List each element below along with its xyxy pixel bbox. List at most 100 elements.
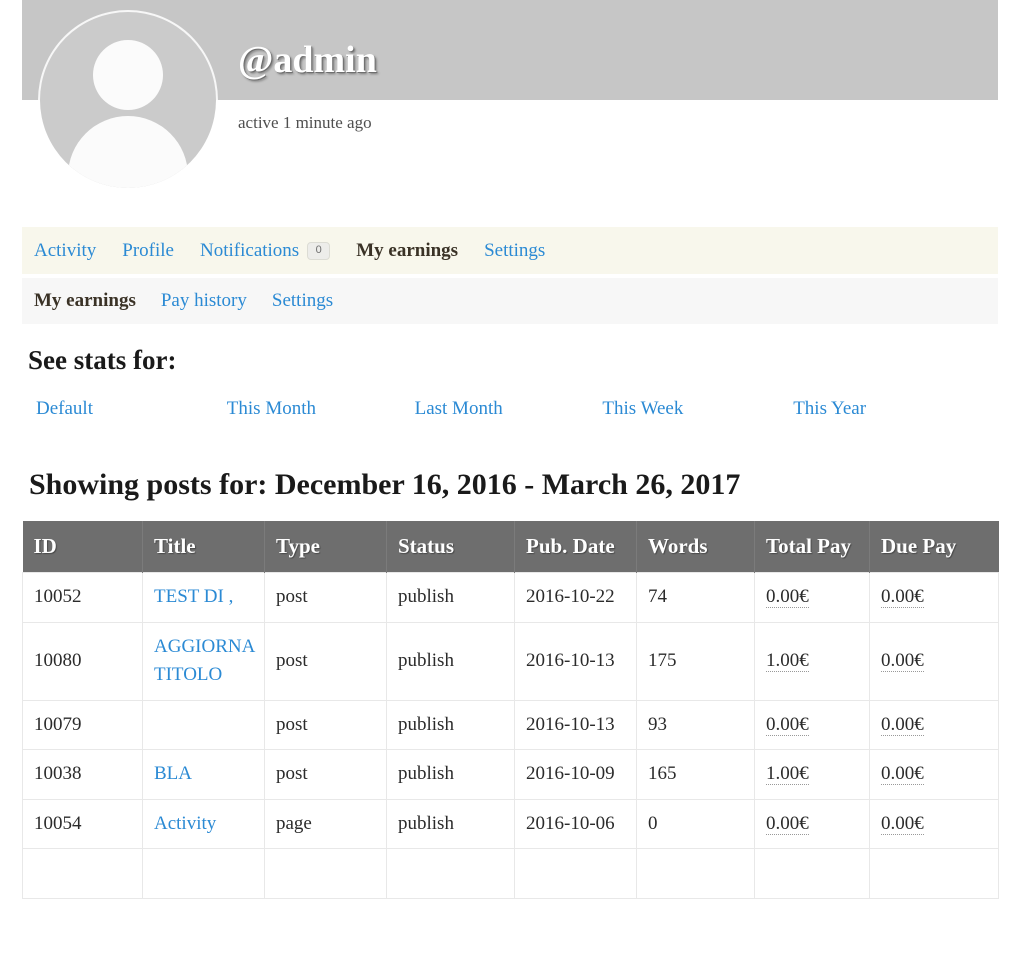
total-pay-value[interactable]: 0.00€ — [766, 812, 809, 835]
nav-item-notifications[interactable]: Notifications 0 — [200, 239, 331, 262]
stats-filter-links: Default This Month Last Month This Week … — [28, 398, 978, 420]
due-pay-value[interactable]: 0.00€ — [881, 812, 924, 835]
due-pay-value[interactable]: 0.00€ — [881, 586, 924, 608]
cell-status — [386, 848, 515, 899]
primary-nav: Activity Profile Notifications 0 My earni… — [22, 227, 998, 274]
total-pay-value[interactable]: 0.00€ — [766, 586, 809, 608]
default-user-silhouette-icon — [93, 40, 163, 110]
cell-title: BLA — [142, 749, 265, 800]
cell-type: post — [264, 749, 387, 800]
cell-words: 93 — [636, 699, 755, 750]
last-active-text: active 1 minute ago — [238, 113, 372, 132]
nav-item-label: Profile — [122, 239, 174, 261]
cell-status: publish — [386, 798, 515, 849]
cell-words: 175 — [636, 621, 755, 701]
nav-item-my-earnings[interactable]: My earnings — [356, 240, 458, 262]
due-pay-value[interactable]: 0.00€ — [881, 763, 924, 785]
table-row: 10054 Activity page publish 2016-10-06 0… — [22, 798, 999, 849]
table-row: 10038 BLA post publish 2016-10-09 165 1.… — [22, 749, 999, 800]
page-title: @admin — [238, 39, 377, 81]
avatar[interactable] — [40, 12, 216, 188]
cell-pub-date: 2016-10-09 — [514, 749, 637, 800]
column-header-words[interactable]: Words — [636, 521, 755, 573]
filter-default[interactable]: Default — [36, 398, 93, 420]
filter-this-week[interactable]: This Week — [602, 398, 683, 420]
cell-due-pay: 0.00€ — [869, 749, 999, 800]
secondary-nav: My earnings Pay history Settings — [22, 278, 998, 324]
notifications-count-badge: 0 — [307, 241, 331, 260]
cell-words: 0 — [636, 798, 755, 849]
cell-type: post — [264, 621, 387, 701]
cell-title — [142, 699, 265, 750]
subnav-item-my-earnings[interactable]: My earnings — [34, 290, 136, 312]
column-header-pub-date[interactable]: Pub. Date — [514, 521, 637, 573]
cell-status: publish — [386, 572, 515, 623]
column-header-title[interactable]: Title — [142, 521, 265, 573]
filter-this-month[interactable]: This Month — [227, 398, 316, 420]
nav-item-label: My earnings — [356, 239, 459, 261]
cell-total-pay — [754, 848, 870, 899]
cell-total-pay: 0.00€ — [754, 699, 870, 750]
subnav-item-pay-history[interactable]: Pay history — [161, 290, 247, 312]
subnav-item-settings[interactable]: Settings — [272, 290, 333, 312]
see-stats-for-heading: See stats for: — [28, 345, 177, 375]
column-header-id[interactable]: ID — [22, 521, 143, 573]
filter-slot: Last Month — [412, 398, 600, 420]
post-title-link[interactable]: Activity — [154, 813, 216, 834]
filter-this-year[interactable]: This Year — [793, 398, 866, 420]
column-header-status[interactable]: Status — [386, 521, 515, 573]
cell-pub-date — [514, 848, 637, 899]
cell-pub-date: 2016-10-13 — [514, 699, 637, 750]
total-pay-value[interactable]: 0.00€ — [766, 713, 809, 736]
cell-due-pay: 0.00€ — [869, 572, 999, 623]
table-row — [22, 848, 999, 899]
cell-total-pay: 1.00€ — [754, 749, 870, 800]
cell-id: 10079 — [22, 699, 143, 750]
nav-item-profile[interactable]: Profile — [122, 240, 174, 262]
post-title-link[interactable]: TEST DI , — [154, 586, 233, 607]
post-title-link[interactable]: BLA — [154, 763, 192, 784]
cell-status: publish — [386, 749, 515, 800]
cell-total-pay: 0.00€ — [754, 798, 870, 849]
post-title-link[interactable]: AGGIORNA TITOLO — [154, 636, 254, 686]
cell-type: post — [264, 572, 387, 623]
table-row: 10079 post publish 2016-10-13 93 0.00€ 0… — [22, 699, 999, 750]
cell-words: 74 — [636, 572, 755, 623]
cell-type: page — [264, 798, 387, 849]
filter-last-month[interactable]: Last Month — [415, 398, 503, 420]
cell-words: 165 — [636, 749, 755, 800]
column-header-type[interactable]: Type — [264, 521, 387, 573]
cell-title: Activity — [142, 798, 265, 849]
nav-item-activity[interactable]: Activity — [34, 240, 96, 262]
cell-due-pay: 0.00€ — [869, 798, 999, 849]
cell-total-pay: 1.00€ — [754, 621, 870, 701]
cell-status: publish — [386, 699, 515, 750]
avatar-body-shape — [68, 116, 188, 188]
cell-due-pay: 0.00€ — [869, 699, 999, 750]
nav-item-label: Activity — [34, 239, 97, 261]
cell-title: AGGIORNA TITOLO — [142, 621, 265, 701]
table-header-row: ID Title Type Status Pub. Date Words Tot… — [22, 521, 999, 573]
cell-id: 10054 — [22, 798, 143, 849]
column-header-due-pay[interactable]: Due Pay — [869, 521, 999, 573]
earnings-table: ID Title Type Status Pub. Date Words Tot… — [22, 521, 999, 899]
nav-item-label: Settings — [484, 239, 546, 261]
filter-slot: This Week — [599, 398, 787, 420]
due-pay-value[interactable]: 0.00€ — [881, 713, 924, 736]
total-pay-value[interactable]: 1.00€ — [766, 649, 809, 672]
cell-id: 10052 — [22, 572, 143, 623]
filter-slot: This Year — [787, 398, 978, 420]
cell-id — [22, 848, 143, 899]
cell-due-pay: 0.00€ — [869, 621, 999, 701]
profile-earnings-page: @admin active 1 minute ago Activity Prof… — [0, 0, 1024, 978]
cell-id: 10038 — [22, 749, 143, 800]
column-header-total-pay[interactable]: Total Pay — [754, 521, 870, 573]
cell-pub-date: 2016-10-06 — [514, 798, 637, 849]
nav-item-settings[interactable]: Settings — [484, 240, 545, 262]
cell-title — [142, 848, 265, 899]
due-pay-value[interactable]: 0.00€ — [881, 649, 924, 672]
cell-pub-date: 2016-10-13 — [514, 621, 637, 701]
total-pay-value[interactable]: 1.00€ — [766, 763, 809, 785]
nav-item-label: Notifications — [200, 239, 300, 261]
cell-due-pay — [869, 848, 999, 899]
